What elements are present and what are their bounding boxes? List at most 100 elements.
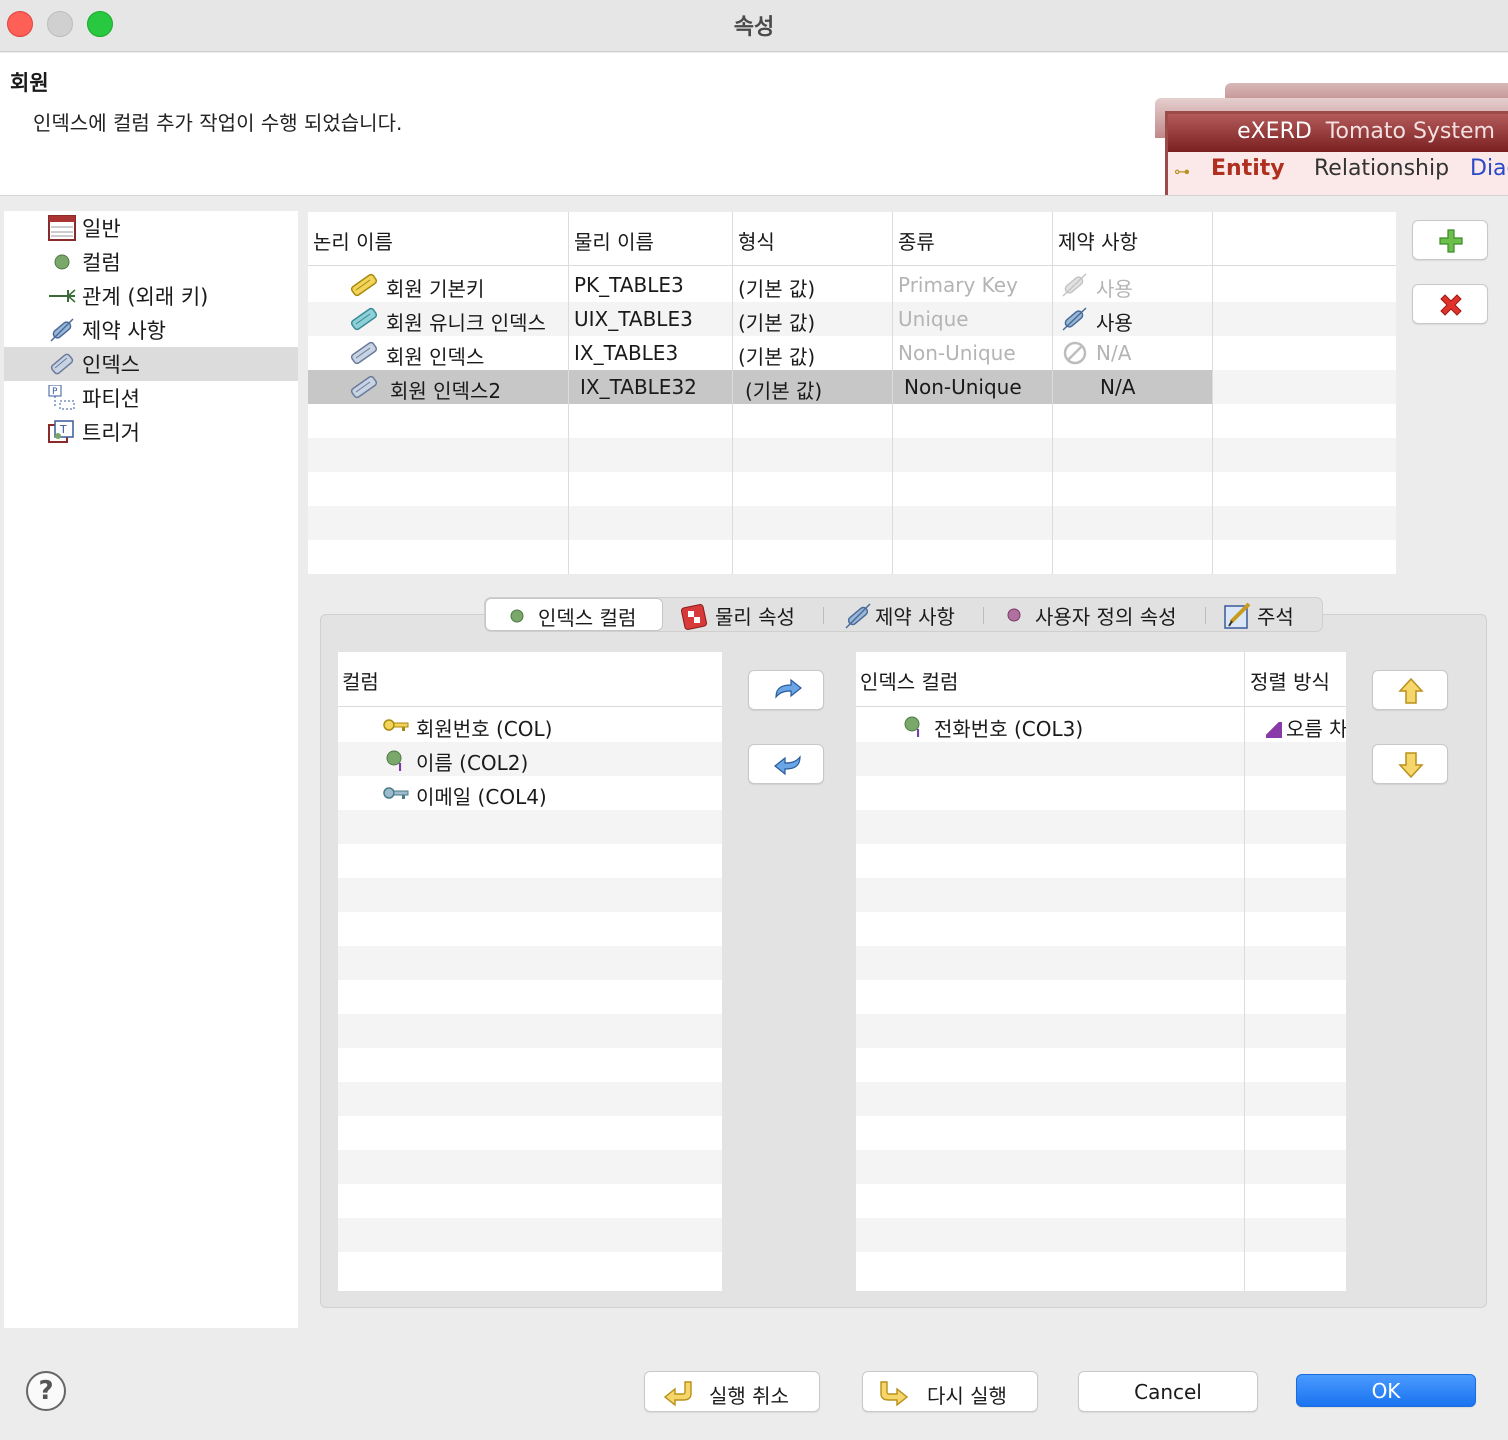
tab-label: 사용자 정의 속성 [1035, 605, 1177, 629]
index-table: 논리 이름 물리 이름 형식 종류 제약 사항 회원 기본키 PK_TABLE3… [308, 212, 1396, 574]
category-sidebar: 일반 컬럼 관계 (외래 키) 제약 사항 인덱스 P 파티션 T 트리거 [4, 211, 298, 1328]
sidebar-item-columns[interactable]: 컬럼 [4, 245, 298, 279]
tab-separator [823, 607, 824, 624]
constraint-icon [48, 317, 76, 343]
empty-row [338, 1150, 722, 1184]
sort-order-value[interactable]: 오름 차 [1286, 713, 1346, 742]
add-index-button[interactable] [1412, 220, 1488, 260]
redo-button[interactable]: 다시 실행 [862, 1371, 1038, 1412]
help-icon: ? [38, 1376, 54, 1406]
move-down-button[interactable] [1372, 744, 1448, 784]
sidebar-item-label: 컬럼 [82, 251, 121, 275]
sidebar-item-indexes[interactable]: 인덱스 [4, 347, 298, 381]
table-row[interactable]: I 전화번호 (COL3) 오름 차 [856, 708, 1346, 742]
cancel-button[interactable]: Cancel [1078, 1371, 1258, 1412]
status-message: 인덱스에 컬럼 추가 작업이 수행 되었습니다. [33, 111, 403, 135]
empty-row [338, 810, 722, 844]
dialog-header: 회원 인덱스에 컬럼 추가 작업이 수행 되었습니다. eXERD Tomato… [0, 53, 1508, 196]
delete-index-button[interactable] [1412, 284, 1488, 324]
tab-label: 인덱스 컬럼 [538, 606, 637, 630]
empty-row [338, 1048, 722, 1082]
tab-user-defined-properties[interactable]: 사용자 정의 속성 [999, 598, 1199, 631]
not-applicable-icon [1062, 340, 1088, 371]
sidebar-item-partitions[interactable]: P 파티션 [4, 381, 298, 415]
cell-physical: UIX_TABLE3 [574, 307, 693, 331]
column-separator [732, 212, 733, 574]
banner-brand: eXERD Tomato System [1237, 119, 1495, 144]
ok-button[interactable]: OK [1296, 1374, 1476, 1407]
list-item[interactable]: 회원번호 (COL) [338, 708, 722, 742]
banner-brand-name: eXERD [1237, 119, 1312, 144]
column-header-kind[interactable]: 종류 [898, 226, 935, 255]
cell-kind: Non-Unique [898, 341, 1016, 365]
undo-button[interactable]: 실행 취소 [644, 1371, 820, 1412]
empty-row [856, 810, 1346, 844]
empty-row [338, 1082, 722, 1116]
sidebar-item-label: 트리거 [82, 421, 140, 445]
foreign-key-column-icon [382, 782, 410, 809]
empty-row [338, 1014, 722, 1048]
remove-from-index-button[interactable] [748, 744, 824, 784]
primary-key-column-icon [382, 714, 410, 741]
svg-text:P: P [52, 387, 58, 397]
sort-order-icon [1266, 722, 1282, 738]
tab-index-columns[interactable]: 인덱스 컬럼 [485, 598, 663, 631]
comment-edit-icon [1224, 602, 1251, 629]
available-columns-list: 컬럼 회원번호 (COL) I 이름 (COL2) 이메일 (COL4) [338, 652, 722, 1291]
empty-row [856, 946, 1346, 980]
column-separator [1212, 212, 1213, 574]
index-column-header[interactable]: 인덱스 컬럼 [860, 666, 958, 695]
tab-comments[interactable]: 주석 [1219, 598, 1319, 631]
column-header-physical[interactable]: 물리 이름 [574, 226, 654, 255]
cell-constraint: 사용 [1096, 277, 1133, 301]
list-item[interactable]: I 이름 (COL2) [338, 742, 722, 776]
column-header-format[interactable]: 형식 [738, 226, 775, 255]
svg-text:I: I [916, 727, 920, 738]
cell-constraint[interactable]: N/A [1100, 375, 1135, 399]
entity-title: 회원 [10, 71, 49, 95]
constraint-icon [1060, 272, 1090, 303]
cell-logical[interactable]: 회원 인덱스2 [390, 375, 501, 404]
table-row[interactable]: 회원 기본키 PK_TABLE3 (기본 값) Primary Key 사용 [308, 268, 1213, 302]
sidebar-item-triggers[interactable]: T 트리거 [4, 415, 298, 449]
table-row-bg [308, 472, 1396, 506]
table-row[interactable]: 회원 유니크 인덱스 UIX_TABLE3 (기본 값) Unique 사용 [308, 302, 1213, 336]
tab-physical-properties[interactable]: 물리 속성 [675, 598, 815, 631]
table-row-selected[interactable]: 회원 인덱스2 IX_TABLE32 (기본 값) Non-Unique N/A [308, 370, 1213, 404]
column-name: 이메일 (COL4) [416, 785, 547, 809]
cell-format: (기본 값) [738, 277, 816, 301]
empty-row [856, 776, 1346, 810]
arrow-right-icon [775, 678, 802, 699]
add-to-index-button[interactable] [748, 670, 824, 710]
sidebar-item-general[interactable]: 일반 [4, 211, 298, 245]
cell-physical[interactable]: IX_TABLE32 [580, 375, 697, 399]
help-button[interactable]: ? [26, 1371, 66, 1411]
arrow-up-icon [1398, 677, 1424, 704]
title-bar: 속성 [0, 0, 1508, 52]
column-header-logical[interactable]: 논리 이름 [313, 226, 393, 255]
cell-format[interactable]: (기본 값) [745, 375, 822, 404]
svg-text:I: I [398, 761, 402, 772]
sort-order-header[interactable]: 정렬 방식 [1250, 666, 1330, 695]
empty-row [856, 742, 1346, 776]
tab-label: 주석 [1257, 605, 1294, 629]
sidebar-item-constraints[interactable]: 제약 사항 [4, 313, 298, 347]
sidebar-item-relations[interactable]: 관계 (외래 키) [4, 279, 298, 313]
cell-kind[interactable]: Non-Unique [904, 375, 1022, 399]
cell-logical: 회원 기본키 [386, 277, 485, 301]
empty-row [856, 1014, 1346, 1048]
partition-icon: P [48, 384, 76, 411]
column-header-constraint[interactable]: 제약 사항 [1058, 226, 1138, 255]
index-columns-table: 인덱스 컬럼 정렬 방식 I 전화번호 (COL3) 오름 차 [856, 652, 1346, 1291]
table-row[interactable]: 회원 인덱스 IX_TABLE3 (기본 값) Non-Unique N/A [308, 336, 1213, 370]
sidebar-item-label: 관계 (외래 키) [82, 285, 209, 309]
banner-tab-entity: Entity [1211, 156, 1285, 181]
tab-constraints[interactable]: 제약 사항 [837, 598, 977, 631]
sidebar-item-label: 파티션 [82, 387, 140, 411]
sidebar-item-label: 인덱스 [82, 353, 140, 377]
list-item[interactable]: 이메일 (COL4) [338, 776, 722, 810]
product-banner: eXERD Tomato System ⊶ Entity Relationshi… [1155, 83, 1508, 195]
index-column-name: 전화번호 (COL3) [934, 717, 1084, 741]
tab-separator [983, 607, 984, 624]
move-up-button[interactable] [1372, 670, 1448, 710]
